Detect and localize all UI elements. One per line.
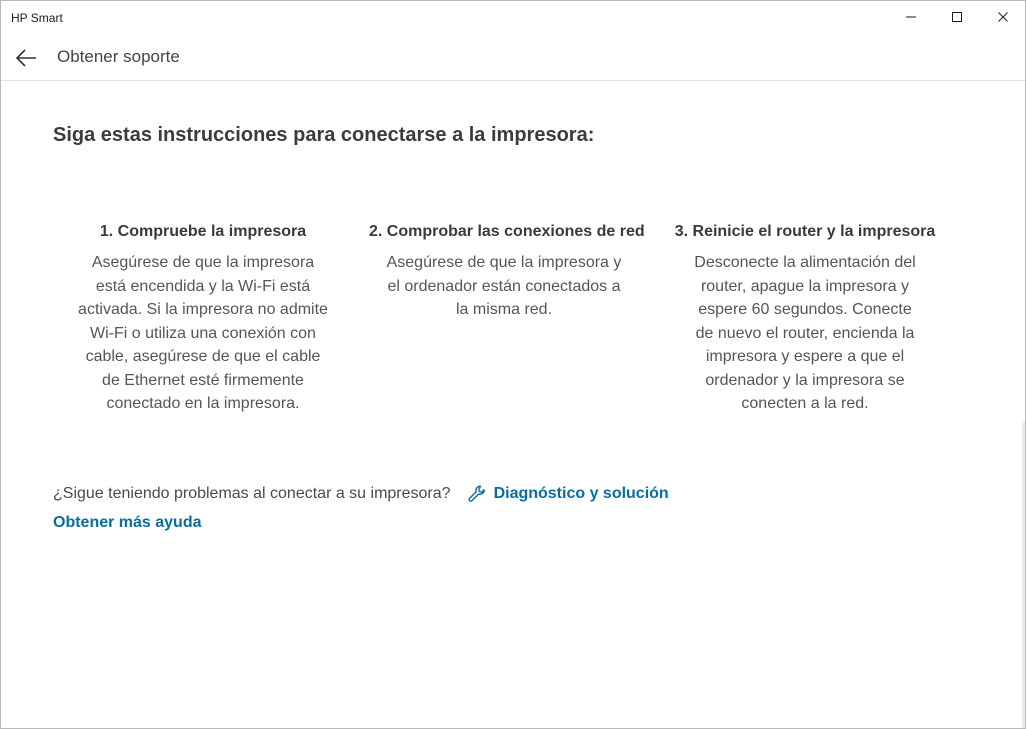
diagnose-fix-label: Diagnóstico y solución [493, 485, 669, 502]
maximize-button[interactable] [934, 1, 980, 33]
app-window: HP Smart Obtener soporte Siga estas inst… [0, 0, 1026, 729]
close-icon [998, 12, 1008, 22]
step-title: 3. Reinicie el router y la impresora [674, 223, 936, 240]
step-description: Desconecte la alimentación del router, a… [694, 254, 916, 412]
step-description: Asegúrese de que la impresora está encen… [78, 254, 328, 412]
app-title: HP Smart [11, 11, 63, 25]
title-bar: HP Smart [1, 1, 1025, 35]
step-description: Asegúrese de que la impresora y el orden… [386, 254, 622, 318]
back-button[interactable] [11, 43, 41, 73]
step-title: 1. Compruebe la impresora [99, 223, 307, 240]
minimize-icon [906, 16, 916, 18]
arrow-left-icon [15, 49, 36, 67]
wrench-icon [467, 484, 487, 504]
step-check-network: 2. Comprobar las conexiones de red Asegú… [369, 223, 645, 322]
close-button[interactable] [980, 1, 1025, 33]
step-restart-router: 3. Reinicie el router y la impresora Des… [670, 223, 940, 416]
instructions-heading: Siga estas instrucciones para conectarse… [53, 124, 595, 146]
step-title: 2. Comprobar las conexiones de red [369, 223, 645, 240]
trouble-question: ¿Sigue teniendo problemas al conectar a … [53, 485, 451, 502]
maximize-icon [952, 12, 962, 22]
scrollbar-track[interactable] [1022, 421, 1025, 728]
diagnose-fix-link[interactable]: Diagnóstico y solución [467, 484, 669, 504]
support-content: Siga estas instrucciones para conectarse… [1, 81, 1025, 728]
page-header: Obtener soporte [1, 35, 1025, 81]
trouble-row: ¿Sigue teniendo problemas al conectar a … [53, 484, 669, 504]
page-title: Obtener soporte [57, 47, 180, 66]
minimize-button[interactable] [888, 1, 934, 33]
step-check-printer: 1. Compruebe la impresora Asegúrese de q… [68, 223, 338, 416]
more-help-link[interactable]: Obtener más ayuda [53, 514, 202, 532]
